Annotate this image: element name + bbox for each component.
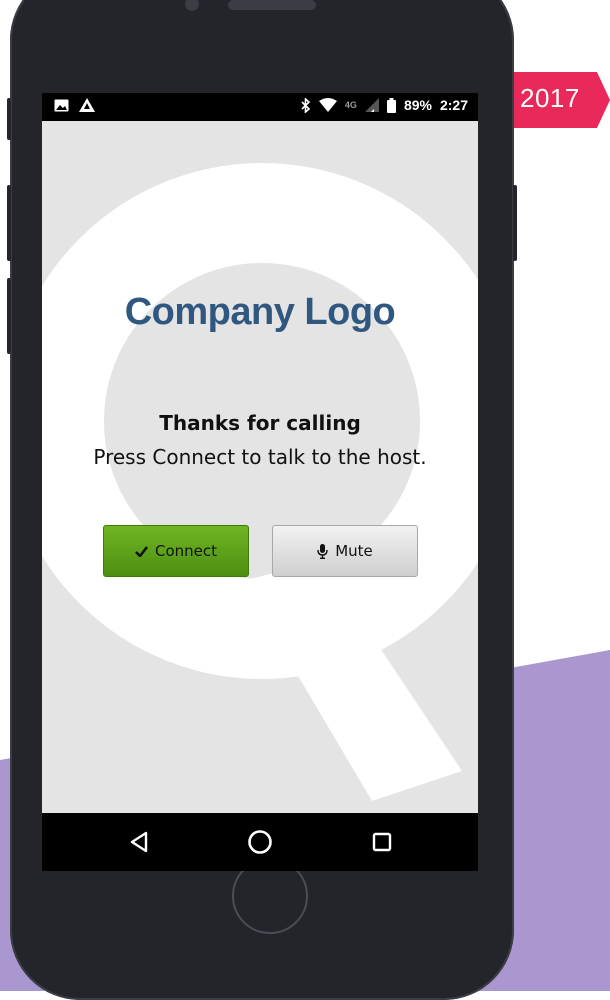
- check-icon: [135, 545, 148, 557]
- recents-icon: [372, 832, 392, 852]
- connect-label: Connect: [154, 542, 218, 560]
- year-badge: 2017: [511, 72, 610, 128]
- wifi-icon: [318, 98, 337, 112]
- side-button-left-2: [7, 185, 11, 261]
- side-button-left-3: [7, 278, 11, 354]
- status-bar: 4G 89% 2:27: [42, 93, 478, 121]
- message-body: Press Connect to talk to the host.: [93, 445, 427, 469]
- message-title: Thanks for calling: [159, 411, 361, 435]
- front-camera: [185, 0, 199, 11]
- battery-percent: 89%: [403, 97, 432, 113]
- nav-home[interactable]: [230, 813, 290, 871]
- clock: 2:27: [439, 97, 468, 113]
- year-label: 2017: [520, 83, 580, 113]
- battery-icon: [386, 97, 396, 113]
- back-icon: [130, 831, 148, 853]
- company-logo: Company Logo: [124, 291, 396, 333]
- bluetooth-icon: [301, 97, 311, 113]
- connect-button[interactable]: Connect: [103, 525, 249, 577]
- network-type: 4G: [344, 100, 357, 110]
- side-button-right: [513, 185, 517, 261]
- microphone-icon: [317, 543, 328, 559]
- home-icon: [248, 830, 272, 854]
- earpiece-speaker: [228, 0, 316, 10]
- image-icon: [54, 99, 69, 111]
- mute-label: Mute: [335, 542, 373, 560]
- warning-icon: [79, 98, 95, 112]
- signal-icon: [364, 98, 379, 112]
- nav-recents[interactable]: [352, 813, 412, 871]
- navigation-bar: [42, 813, 478, 871]
- nav-back[interactable]: [109, 813, 169, 871]
- side-button-left-1: [7, 98, 11, 140]
- phone-screen: 4G 89% 2:27 Company Logo Thanks for call…: [42, 93, 478, 871]
- mute-button[interactable]: Mute: [272, 525, 418, 577]
